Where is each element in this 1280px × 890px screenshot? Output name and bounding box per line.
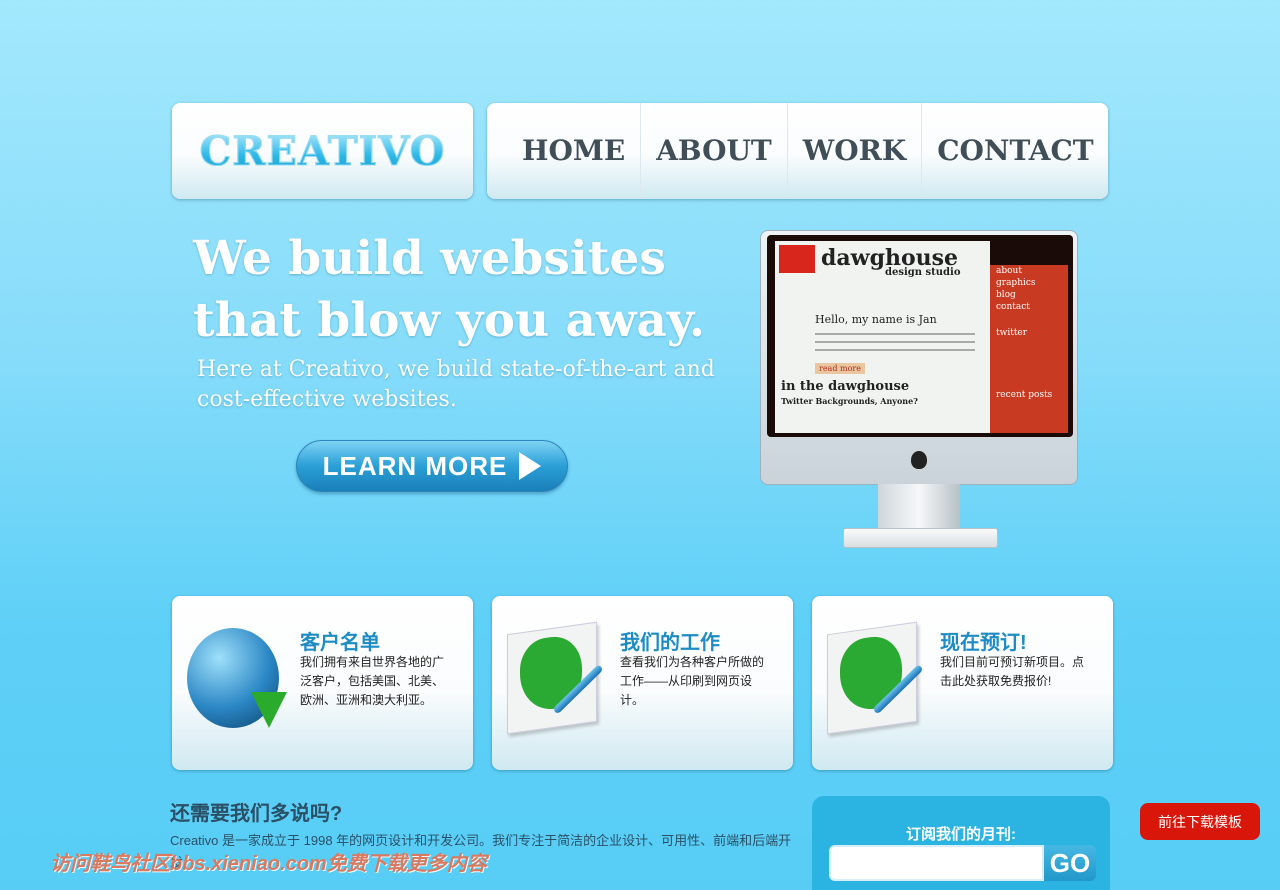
screen-link: about (996, 266, 1022, 276)
paper-pen-icon (827, 621, 927, 736)
watermark: 访问鞋鸟社区bbs.xieniao.com免费下载更多内容 (50, 853, 487, 875)
screen-link: blog (996, 290, 1016, 300)
about-title: 还需要我们多说吗? (170, 803, 343, 825)
learn-more-label: LEARN MORE (322, 450, 508, 481)
nav-home[interactable]: HOME (507, 103, 642, 199)
card-text: 我们目前可预订新项目。点击此处获取免费报价! (940, 655, 1085, 688)
newsletter-box: 订阅我们的月刊: GO (812, 796, 1110, 890)
monitor-screen: dawghouse design studio Hello, my name i… (767, 235, 1073, 437)
screen-read-more: read more (815, 363, 865, 374)
screen-section: in the dawghouse (781, 379, 910, 394)
globe-download-icon (187, 628, 287, 736)
monitor-stand (878, 484, 960, 530)
newsletter-go-button[interactable]: GO (1044, 845, 1096, 881)
download-template-button[interactable]: 前往下载模板 (1140, 803, 1260, 840)
paw-logo-icon (779, 245, 815, 273)
card-title: 现在预订! (940, 632, 1027, 654)
apple-logo-icon (911, 451, 927, 469)
hero-title: We build websites that blow you away. (193, 231, 706, 348)
logo-text: CREATIVO (199, 127, 446, 175)
learn-more-button[interactable]: LEARN MORE (296, 440, 568, 492)
screen-hello: Hello, my name is Jan (815, 313, 937, 326)
card-title: 客户名单 (300, 632, 380, 654)
keyboard-image (843, 528, 998, 548)
monitor-image: dawghouse design studio Hello, my name i… (760, 230, 1078, 485)
screen-sidebar: about graphics blog contact twitter rece… (990, 265, 1068, 433)
card-text: 我们拥有来自世界各地的广泛客户，包括美国、北美、欧洲、亚洲和澳大利亚。 (300, 655, 445, 707)
card-clients[interactable]: 客户名单 我们拥有来自世界各地的广泛客户，包括美国、北美、欧洲、亚洲和澳大利亚。 (172, 596, 473, 770)
nav-contact[interactable]: CONTACT (922, 103, 1108, 199)
newsletter-label: 订阅我们的月刊: (906, 826, 1016, 843)
card-title: 我们的工作 (620, 632, 720, 654)
screen-link: recent posts (996, 390, 1053, 400)
nav-about[interactable]: ABOUT (641, 103, 788, 199)
screen-link: twitter (996, 328, 1028, 338)
card-text: 查看我们为各种客户所做的工作——从印刷到网页设计。 (620, 655, 765, 707)
play-arrow-icon (519, 452, 542, 480)
text-line (815, 349, 975, 351)
screen-post-title: Twitter Backgrounds, Anyone? (781, 396, 918, 406)
screen-studio: design studio (885, 267, 961, 278)
hero-subtitle: Here at Creativo, we build state-of-the-… (197, 357, 715, 412)
main-nav: HOME ABOUT WORK CONTACT (487, 103, 1108, 199)
card-book[interactable]: 现在预订! 我们目前可预订新项目。点击此处获取免费报价! (812, 596, 1113, 770)
screen-link: contact (996, 302, 1030, 312)
screen-site-preview: dawghouse design studio Hello, my name i… (775, 241, 990, 433)
nav-work[interactable]: WORK (788, 103, 923, 199)
text-line (815, 333, 975, 335)
screen-link: graphics (996, 278, 1036, 288)
newsletter-email-input[interactable] (829, 845, 1044, 881)
card-work[interactable]: 我们的工作 查看我们为各种客户所做的工作——从印刷到网页设计。 (492, 596, 793, 770)
paper-pen-icon (507, 621, 607, 736)
text-line (815, 341, 975, 343)
logo[interactable]: CREATIVO (172, 103, 473, 199)
